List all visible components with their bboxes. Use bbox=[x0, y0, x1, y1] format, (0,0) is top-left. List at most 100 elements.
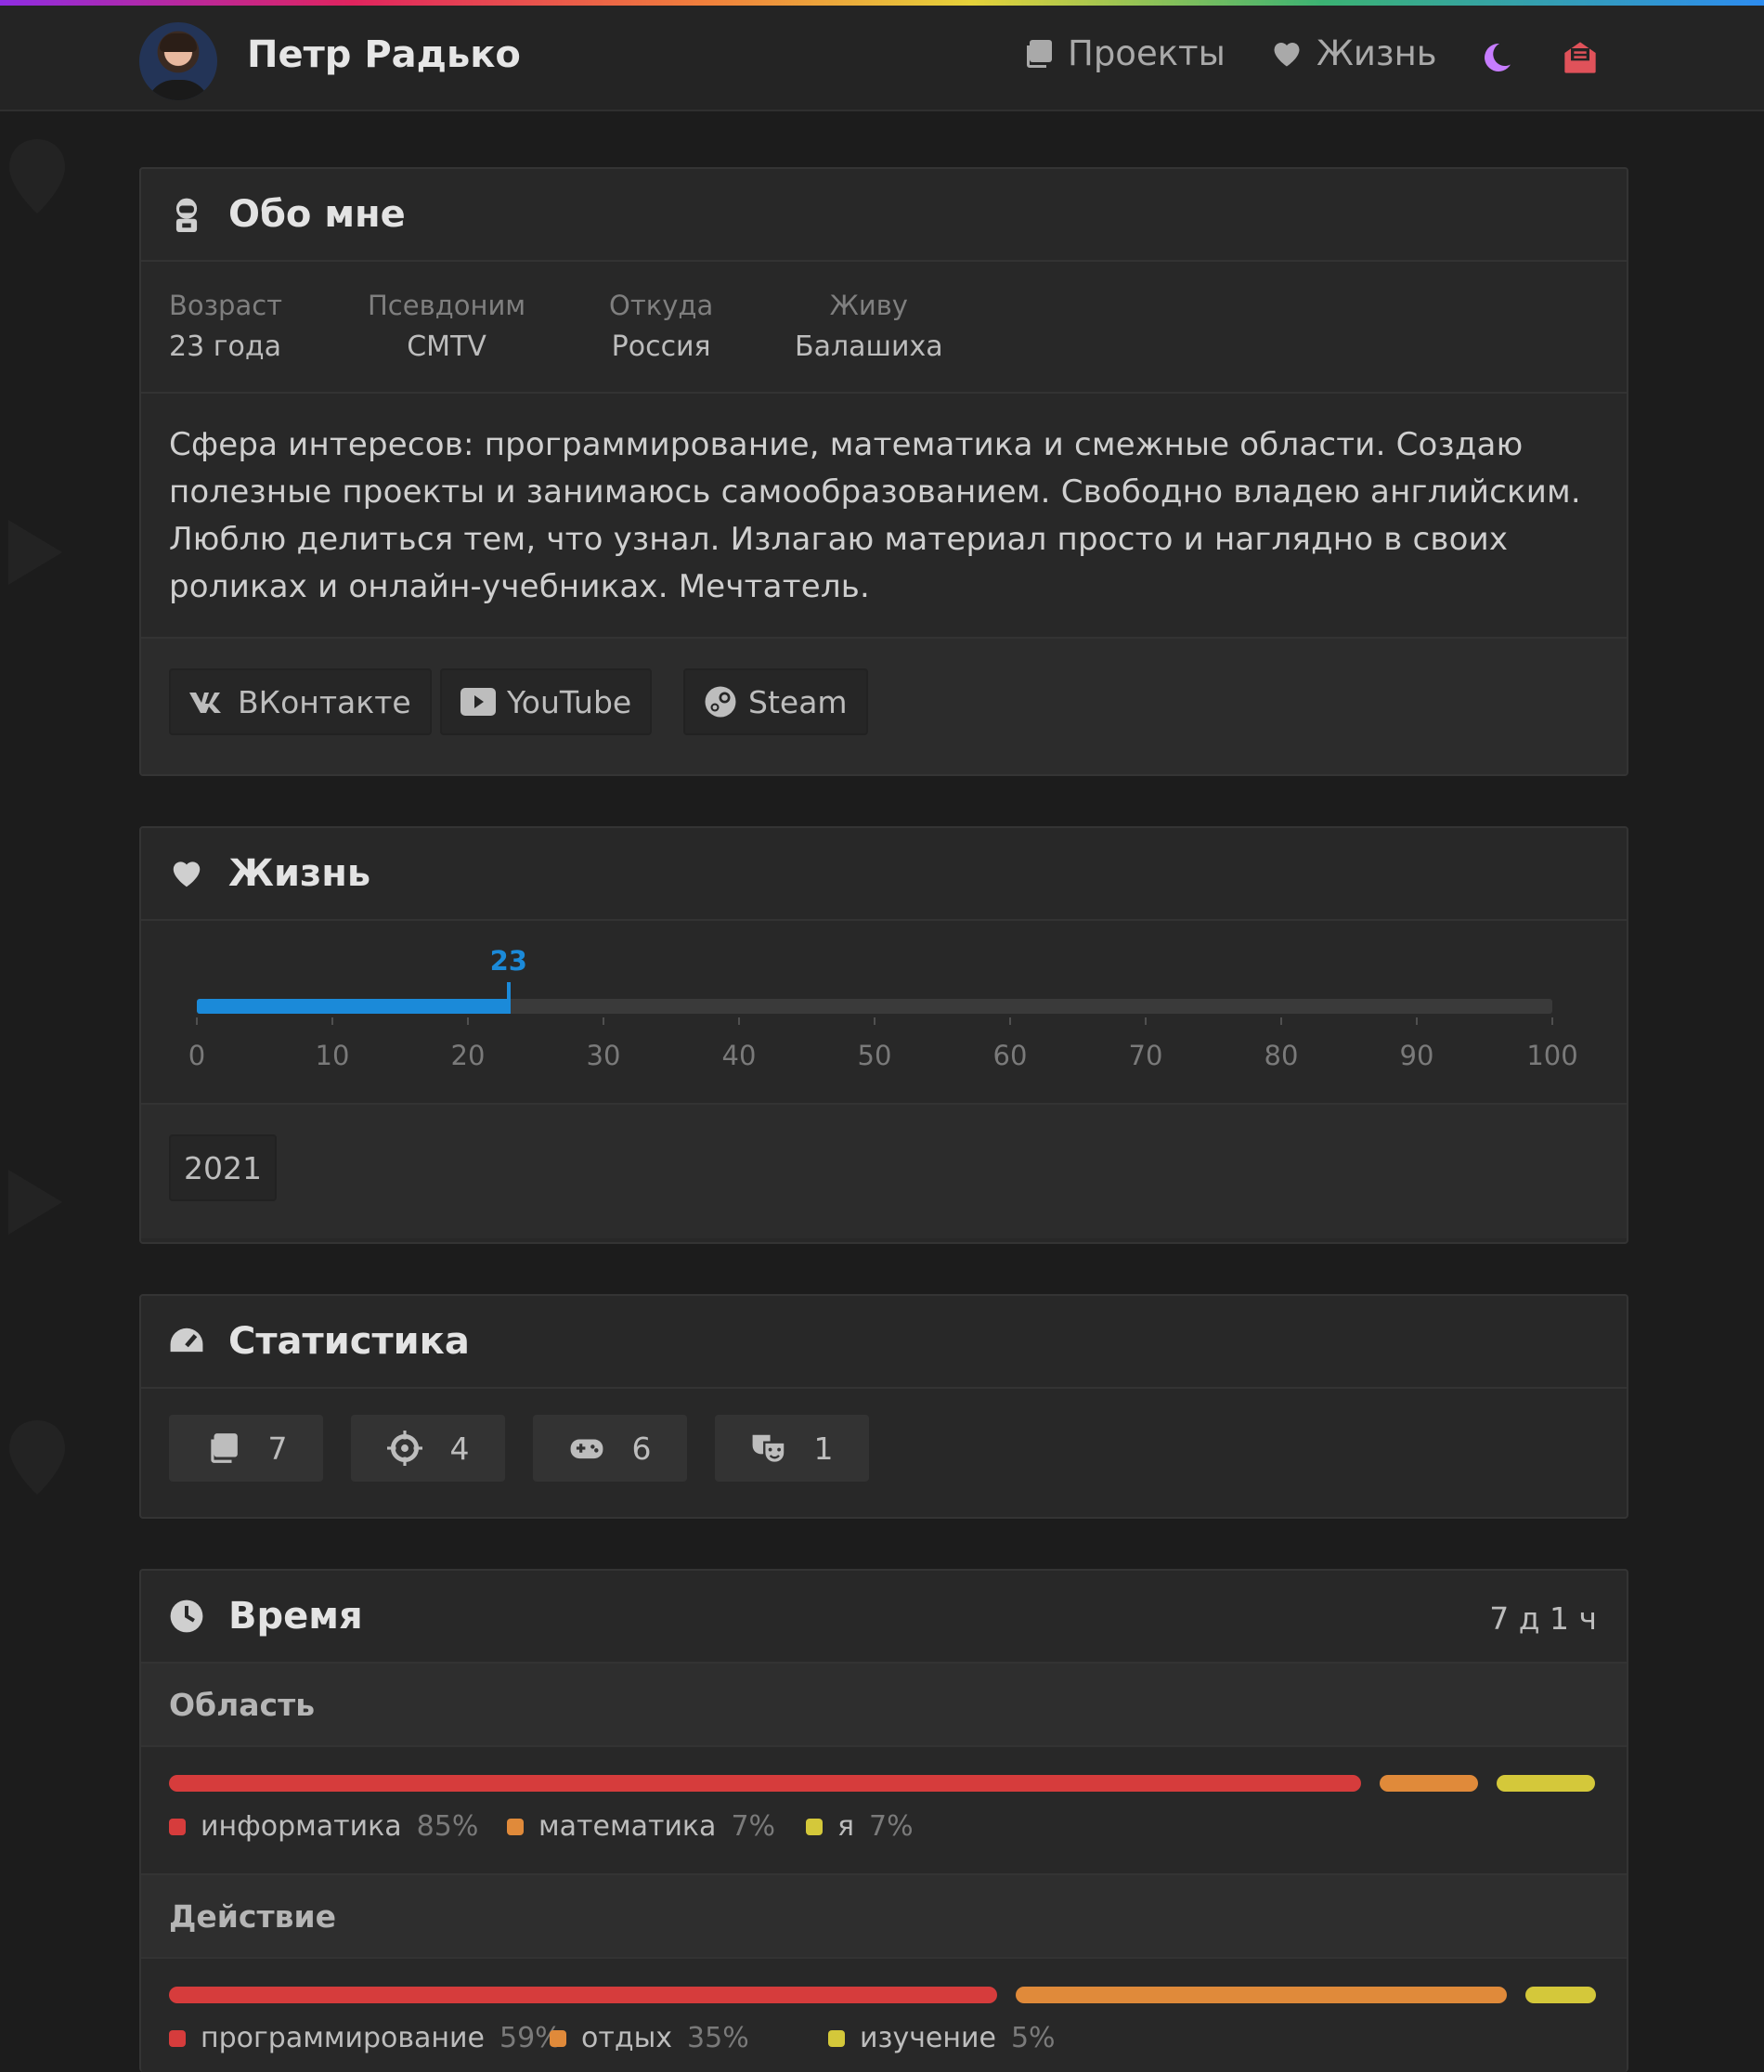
life-tick bbox=[738, 1017, 740, 1025]
life-tick bbox=[1551, 1017, 1553, 1025]
mail-icon[interactable] bbox=[1562, 39, 1599, 76]
area-seg-cs[interactable] bbox=[169, 1775, 1361, 1792]
life-tick bbox=[1280, 1017, 1282, 1025]
vk-button[interactable]: ВКонтакте bbox=[169, 668, 432, 735]
legend-dot bbox=[550, 2029, 566, 2047]
life-tick-label: 50 bbox=[857, 1040, 892, 1071]
life-tick bbox=[874, 1017, 876, 1025]
map-pin-icon bbox=[9, 139, 65, 214]
area-heading: Область bbox=[141, 1664, 1627, 1747]
copy-icon bbox=[210, 1433, 238, 1463]
life-tick bbox=[331, 1017, 333, 1025]
area-seg-me[interactable] bbox=[1497, 1775, 1595, 1792]
info-from-value: Россия bbox=[611, 330, 711, 363]
life-tick bbox=[1009, 1017, 1011, 1025]
stat-projects-value: 7 bbox=[267, 1430, 288, 1467]
info-live-key: Живу bbox=[829, 290, 908, 321]
action-seg-study[interactable] bbox=[1525, 1987, 1596, 2003]
info-nickname: Псевдоним CMTV bbox=[368, 290, 525, 363]
action-bars: программирование 59% отдых 35% изучение … bbox=[141, 1959, 1627, 2072]
life-tick bbox=[1416, 1017, 1418, 1025]
nav-projects-label: Проекты bbox=[1068, 33, 1226, 73]
life-tick bbox=[1145, 1017, 1147, 1025]
vk-icon bbox=[189, 693, 221, 713]
life-tick-label: 90 bbox=[1399, 1040, 1434, 1071]
life-years: 2021 bbox=[141, 1105, 1627, 1238]
action-seg-rest[interactable] bbox=[1016, 1987, 1507, 2003]
stats-header: Статистика bbox=[141, 1296, 1627, 1389]
action-legend-study-name: изучение bbox=[860, 2022, 996, 2054]
year-button[interactable]: 2021 bbox=[169, 1134, 277, 1201]
nav-life-label: Жизнь bbox=[1317, 33, 1437, 73]
site-title[interactable]: Петр Радько bbox=[247, 33, 521, 76]
about-links: ВКонтакте YouTube Steam bbox=[141, 639, 1627, 774]
info-age-key: Возраст bbox=[169, 290, 283, 321]
action-seg-programming[interactable] bbox=[169, 1987, 997, 2003]
area-bars: информатика 85% математика 7% я 7% bbox=[141, 1747, 1627, 1875]
area-legend-cs-pct: 85% bbox=[416, 1810, 479, 1843]
life-header: Жизнь bbox=[141, 828, 1627, 921]
action-legend-study-pct: 5% bbox=[1010, 2022, 1056, 2054]
nav-life[interactable]: Жизнь bbox=[1270, 33, 1437, 73]
legend-dot bbox=[507, 1818, 524, 1835]
moon-icon[interactable] bbox=[1480, 41, 1513, 74]
area-legend-cs-name: информатика bbox=[201, 1810, 402, 1843]
stat-theater-value: 1 bbox=[813, 1430, 834, 1467]
play-icon bbox=[7, 1170, 63, 1235]
youtube-button[interactable]: YouTube bbox=[440, 668, 653, 735]
action-legend-programming: программирование 59% bbox=[169, 2022, 562, 2054]
about-card: Обо мне Возраст 23 года Псевдоним CMTV О… bbox=[139, 167, 1628, 776]
stat-games[interactable]: 6 bbox=[533, 1415, 687, 1482]
heart-icon bbox=[173, 861, 201, 887]
legend-dot bbox=[806, 1818, 823, 1835]
area-seg-math[interactable] bbox=[1380, 1775, 1478, 1792]
area-legend-math: математика 7% bbox=[507, 1810, 775, 1843]
life-tick-label: 70 bbox=[1128, 1040, 1163, 1071]
info-nickname-key: Псевдоним bbox=[368, 290, 526, 321]
steam-icon bbox=[705, 686, 736, 718]
about-title: Обо мне bbox=[228, 193, 406, 236]
stat-theater[interactable]: 1 bbox=[715, 1415, 869, 1482]
info-live: Живу Балашиха bbox=[795, 290, 943, 363]
life-tick-label: 80 bbox=[1264, 1040, 1299, 1071]
gauge-icon bbox=[170, 1327, 203, 1353]
info-age-value: 23 года bbox=[169, 330, 281, 363]
area-legend-math-pct: 7% bbox=[731, 1810, 776, 1843]
time-header: Время 7 д 1 ч bbox=[141, 1571, 1627, 1664]
action-legend-rest-pct: 35% bbox=[687, 2022, 749, 2054]
area-legend-me-name: я bbox=[837, 1810, 855, 1843]
info-from: Откуда Россия bbox=[609, 290, 713, 363]
stat-games-value: 6 bbox=[631, 1430, 652, 1467]
stat-targets[interactable]: 4 bbox=[351, 1415, 505, 1482]
life-progress: 23 0 10 20 30 40 50 60 70 80 90 100 bbox=[141, 921, 1627, 1105]
life-tick-label: 60 bbox=[992, 1040, 1028, 1071]
about-header: Обо мне bbox=[141, 169, 1627, 262]
stat-projects[interactable]: 7 bbox=[169, 1415, 323, 1482]
life-marker-label: 23 bbox=[489, 945, 527, 977]
legend-dot bbox=[169, 1818, 186, 1835]
info-live-value: Балашиха bbox=[795, 330, 943, 363]
avatar[interactable] bbox=[139, 22, 217, 100]
life-tick-label: 0 bbox=[188, 1040, 206, 1071]
area-legend-me-pct: 7% bbox=[869, 1810, 914, 1843]
action-legend-rest-name: отдых bbox=[581, 2022, 673, 2054]
copy-icon bbox=[1027, 39, 1052, 68]
life-tick-label: 30 bbox=[586, 1040, 621, 1071]
youtube-label: YouTube bbox=[507, 683, 632, 720]
steam-button[interactable]: Steam bbox=[683, 668, 868, 735]
area-legend-math-name: математика bbox=[538, 1810, 717, 1843]
life-tick bbox=[196, 1017, 198, 1025]
action-legend-programming-name: программирование bbox=[201, 2022, 485, 2054]
youtube-icon bbox=[460, 688, 496, 716]
info-age: Возраст 23 года bbox=[169, 290, 282, 363]
nav-projects[interactable]: Проекты bbox=[1021, 33, 1226, 73]
legend-dot bbox=[169, 2029, 186, 2047]
astronaut-icon bbox=[175, 198, 198, 232]
gamepad-icon bbox=[570, 1439, 603, 1459]
time-total: 7 д 1 ч bbox=[1489, 1600, 1597, 1637]
top-navbar: Петр Радько Проекты Жизнь bbox=[0, 6, 1764, 111]
action-legend-rest: отдых 35% bbox=[550, 2022, 749, 2054]
time-card: Время 7 д 1 ч Область информатика 85% ма… bbox=[139, 1569, 1628, 2072]
year-label: 2021 bbox=[184, 1149, 262, 1186]
steam-label: Steam bbox=[748, 683, 848, 720]
